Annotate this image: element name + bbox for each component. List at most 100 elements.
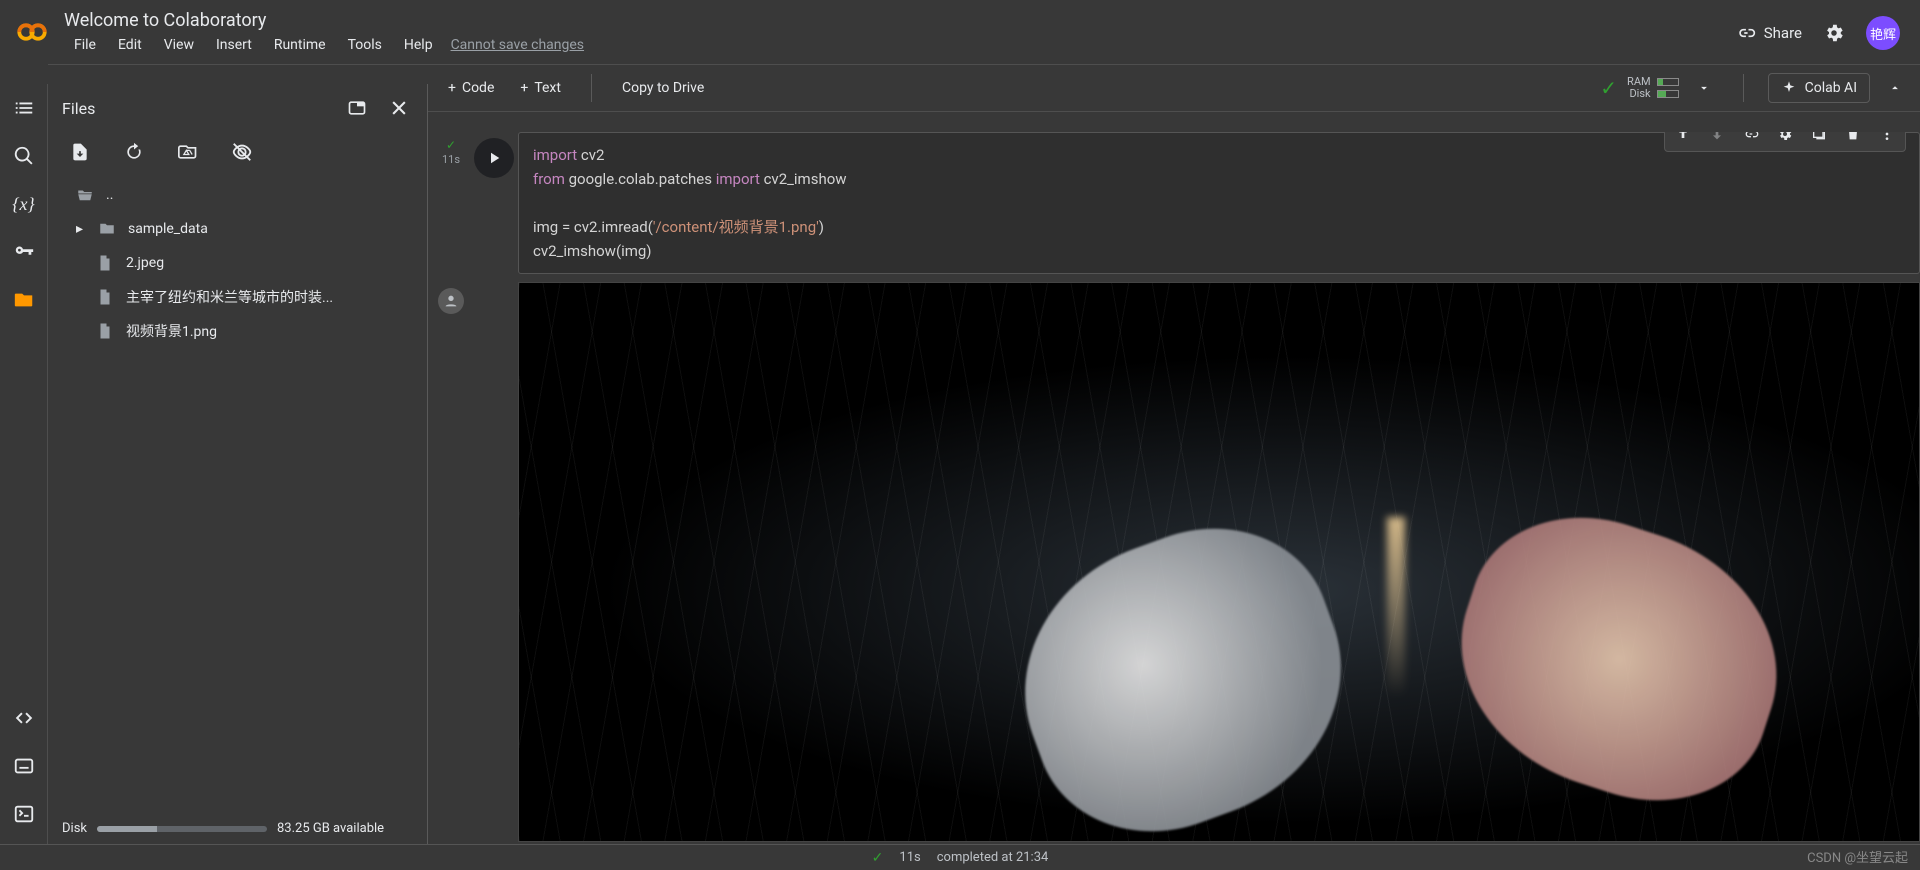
terminal-icon — [13, 803, 35, 825]
exec-time: 11s — [442, 153, 460, 166]
close-icon — [389, 98, 409, 118]
more-vert-icon — [1879, 132, 1895, 142]
resource-meter[interactable]: RAM Disk — [1627, 76, 1679, 100]
upload-file-icon — [70, 142, 90, 162]
user-avatar[interactable]: 艳辉 — [1866, 16, 1900, 50]
search-icon — [13, 145, 35, 167]
colab-logo[interactable] — [10, 10, 54, 54]
mount-drive-button[interactable] — [174, 138, 202, 166]
sparkle-icon — [1781, 80, 1797, 96]
cell-toolbar — [1664, 132, 1906, 152]
cell-settings-button[interactable] — [1769, 132, 1801, 149]
notebook-title[interactable]: Welcome to Colaboratory — [64, 6, 1736, 33]
runtime-menu-button[interactable] — [1689, 73, 1719, 103]
arrow-down-icon — [1709, 132, 1725, 142]
plus-icon: + — [448, 80, 456, 96]
chevron-down-icon — [1697, 81, 1711, 95]
secrets-button[interactable] — [4, 232, 44, 272]
file-label: 2.jpeg — [126, 255, 164, 271]
status-time: 11s — [899, 850, 920, 865]
trash-icon — [1845, 132, 1861, 142]
files-newwindow-button[interactable] — [343, 94, 371, 122]
mirror-icon — [1811, 132, 1827, 142]
file-row-fashion[interactable]: 主宰了纽约和米兰等城市的时装... — [56, 280, 419, 314]
folder-open-icon — [76, 186, 96, 204]
caret-right-icon: ▸ — [76, 221, 88, 237]
toc-button[interactable] — [4, 88, 44, 128]
status-message: completed at 21:34 — [937, 850, 1049, 865]
file-icon — [96, 288, 116, 306]
copy-to-drive-button[interactable]: Copy to Drive — [612, 74, 714, 102]
disk-label: Disk — [62, 821, 87, 836]
files-panel-title: Files — [62, 99, 343, 118]
colab-ai-button[interactable]: Colab AI — [1768, 73, 1870, 103]
separator — [1743, 74, 1744, 102]
delete-cell-button[interactable] — [1837, 132, 1869, 149]
output-source-icon[interactable] — [438, 288, 464, 314]
code-icon — [13, 707, 35, 729]
menu-help[interactable]: Help — [394, 33, 443, 57]
files-button[interactable] — [4, 280, 44, 320]
file-row-video-bg[interactable]: 视频背景1.png — [56, 314, 419, 348]
settings-button[interactable] — [1820, 19, 1848, 47]
more-cell-button[interactable] — [1871, 132, 1903, 149]
link-cell-button[interactable] — [1735, 132, 1767, 149]
file-parent-dir[interactable]: .. — [56, 178, 419, 212]
file-label: .. — [106, 187, 113, 203]
add-code-label: Code — [462, 80, 494, 96]
code-snippets-button[interactable] — [4, 698, 44, 738]
command-palette-button[interactable] — [4, 746, 44, 786]
run-cell-button[interactable] — [474, 138, 514, 178]
menu-file[interactable]: File — [64, 33, 106, 57]
drive-folder-icon — [178, 142, 198, 162]
terminal-rect-icon — [13, 755, 35, 777]
collapse-toolbar-button[interactable] — [1880, 73, 1910, 103]
code-editor[interactable]: import cv2 from google.colab.patches imp… — [518, 132, 1920, 274]
output-image — [518, 282, 1920, 842]
gutter-check-icon: ✓ — [446, 138, 456, 152]
search-button[interactable] — [4, 136, 44, 176]
add-code-button[interactable]: + Code — [438, 74, 504, 102]
menu-insert[interactable]: Insert — [206, 33, 262, 57]
add-text-button[interactable]: + Text — [510, 74, 571, 102]
variables-button[interactable]: {x} — [4, 184, 44, 224]
file-icon — [96, 322, 116, 340]
add-text-label: Text — [534, 80, 561, 96]
link-icon — [1743, 132, 1759, 142]
folder-icon — [98, 220, 118, 238]
ram-meter — [1657, 78, 1679, 86]
copy-label: Copy to Drive — [622, 80, 704, 96]
watermark: CSDN @坐望云起 — [1807, 847, 1908, 866]
move-up-button[interactable] — [1667, 132, 1699, 149]
file-label: 视频背景1.png — [126, 321, 217, 341]
gear-icon — [1823, 22, 1845, 44]
mirror-cell-button[interactable] — [1803, 132, 1835, 149]
terminal-button[interactable] — [4, 794, 44, 834]
arrow-up-icon — [1675, 132, 1691, 142]
list-icon — [13, 97, 35, 119]
file-label: sample_data — [128, 221, 208, 237]
save-note: Cannot save changes — [451, 33, 584, 57]
window-icon — [347, 98, 367, 118]
status-check-icon: ✓ — [872, 850, 884, 866]
menu-tools[interactable]: Tools — [338, 33, 392, 57]
menu-runtime[interactable]: Runtime — [264, 33, 336, 57]
move-down-button[interactable] — [1701, 132, 1733, 149]
share-button[interactable]: Share — [1736, 23, 1802, 43]
play-icon — [485, 149, 503, 167]
menu-view[interactable]: View — [154, 33, 204, 57]
file-row-2jpeg[interactable]: 2.jpeg — [56, 246, 419, 280]
disk-available: 83.25 GB available — [277, 821, 384, 836]
key-icon — [13, 241, 35, 263]
gear-icon — [1777, 132, 1793, 142]
upload-file-button[interactable] — [66, 138, 94, 166]
chevron-up-icon — [1888, 81, 1902, 95]
link-icon — [1736, 23, 1756, 43]
menu-edit[interactable]: Edit — [108, 33, 152, 57]
person-icon — [443, 293, 459, 309]
file-row-sample-data[interactable]: ▸ sample_data — [56, 212, 419, 246]
toggle-hidden-button[interactable] — [228, 138, 256, 166]
files-close-button[interactable] — [385, 94, 413, 122]
plus-icon: + — [520, 80, 528, 96]
refresh-button[interactable] — [120, 138, 148, 166]
